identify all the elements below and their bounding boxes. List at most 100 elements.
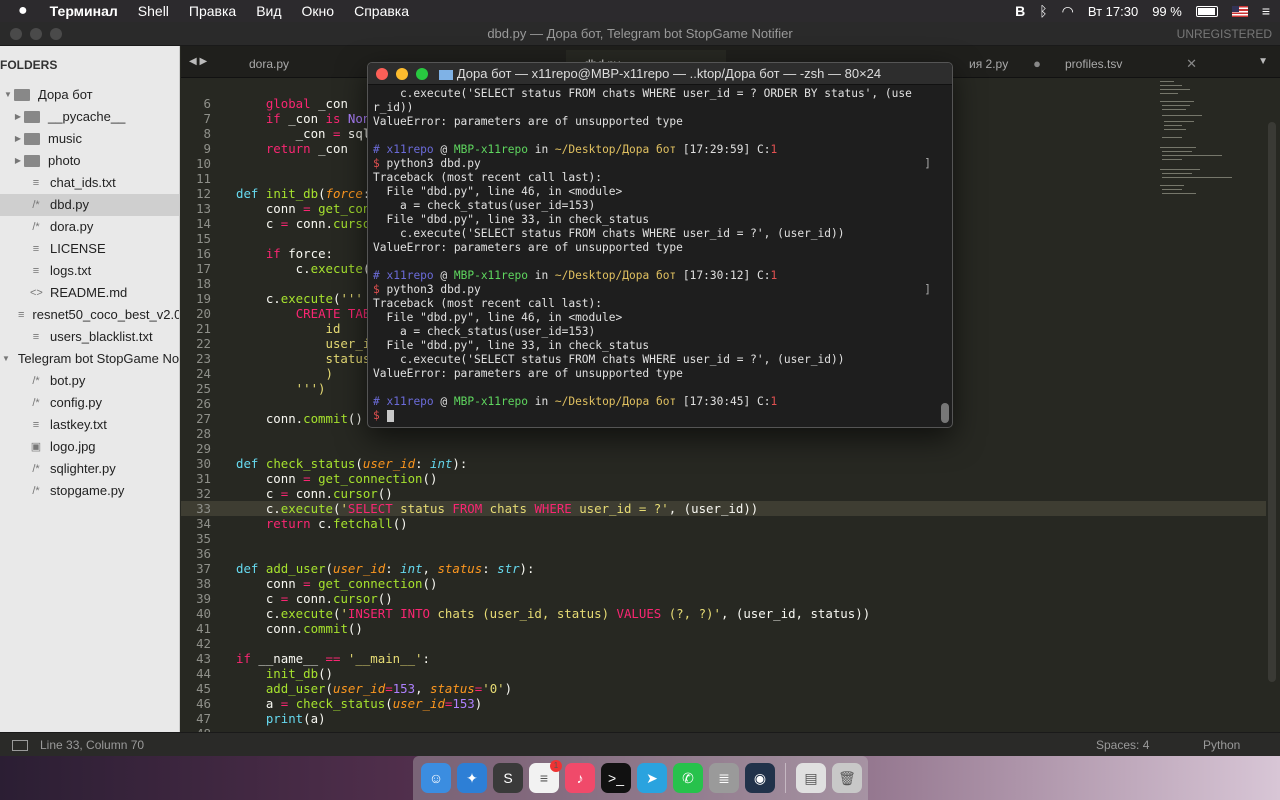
sidebar-folder[interactable]: ▶ __pycache__ — [0, 106, 179, 128]
code-line[interactable]: 42 — [181, 636, 1266, 651]
line-number: 22 — [196, 336, 211, 351]
disclosure-closed-icon[interactable]: ▶ — [12, 106, 24, 128]
dirty-dot-icon[interactable]: ● — [1033, 50, 1041, 78]
sidebar-file[interactable]: ≡ resnet50_coco_best_v2.0.1.h5 — [0, 304, 179, 326]
sidebar-file[interactable]: ≡ LICENSE — [0, 238, 179, 260]
code-line[interactable]: 29 — [181, 441, 1266, 456]
code-line[interactable]: 41 conn.commit() — [181, 621, 1266, 636]
tab-copy2[interactable]: ия 2.py ● — [951, 50, 1051, 78]
minimize-button[interactable] — [30, 28, 42, 40]
code-line[interactable]: 44 init_db() — [181, 666, 1266, 681]
code-line[interactable]: 45 add_user(user_id=153, status='0') — [181, 681, 1266, 696]
menu-extras-icon[interactable]: ≡ — [1262, 3, 1270, 19]
code-text: if __name__ == '__main__': — [236, 651, 430, 666]
terminal-window[interactable]: Дора бот — x11repo@MBP-x11repo — ..ktop/… — [367, 62, 953, 428]
finder-icon[interactable]: ☺ — [421, 763, 451, 793]
panel-toggle-icon[interactable] — [12, 740, 28, 751]
disclosure-closed-icon[interactable]: ▶ — [12, 128, 24, 150]
sidebar-file[interactable]: ≡ lastkey.txt — [0, 414, 179, 436]
tab-nav-arrows-icon[interactable]: ◀ ▶ — [189, 46, 207, 78]
clock[interactable]: Вт 17:30 — [1088, 4, 1138, 19]
dock-separator — [785, 763, 786, 793]
sidebar-file[interactable]: /* sqlighter.py — [0, 458, 179, 480]
dock: ☺ ✦ S ≡ 1 ♪ >_ ➤ ✆ ≣ ◉ ▤ 🗑 — [413, 756, 868, 800]
line-number: 31 — [196, 471, 211, 486]
menu-edit[interactable]: Правка — [179, 0, 246, 22]
close-button[interactable] — [10, 28, 22, 40]
sidebar-file[interactable]: /* stopgame.py — [0, 480, 179, 502]
input-source-flag-icon[interactable] — [1231, 5, 1248, 17]
code-line[interactable]: 43 if __name__ == '__main__': — [181, 651, 1266, 666]
sidebar-file[interactable]: ≡ chat_ids.txt — [0, 172, 179, 194]
battery-icon[interactable] — [1195, 5, 1218, 17]
line-number: 14 — [196, 216, 211, 231]
app-icon[interactable]: ◉ — [745, 763, 775, 793]
sidebar-folder[interactable]: ▼ Telegram bot StopGame Notifier — [0, 348, 179, 370]
sublime-text-icon[interactable]: S — [493, 763, 523, 793]
menu-window[interactable]: Окно — [292, 0, 345, 22]
menu-shell[interactable]: Shell — [128, 0, 179, 22]
terminal-output[interactable]: c.execute('SELECT status FROM chats WHER… — [373, 87, 939, 423]
minimap[interactable] — [1140, 79, 1280, 279]
sidebar-folder[interactable]: ▼ Дора бот — [0, 84, 179, 106]
sidebar-file[interactable]: ≡ users_blacklist.txt — [0, 326, 179, 348]
apple-icon[interactable]: ● — [0, 0, 40, 22]
trash-icon[interactable]: 🗑 — [832, 763, 862, 793]
tab-dropdown-icon[interactable]: ▼ — [1258, 46, 1268, 78]
terminal-icon[interactable]: >_ — [601, 763, 631, 793]
code-line[interactable]: 36 — [181, 546, 1266, 561]
disclosure-open-icon[interactable]: ▼ — [2, 348, 10, 370]
sidebar-file[interactable]: ≡ logs.txt — [0, 260, 179, 282]
line-number: 39 — [196, 591, 211, 606]
sidebar-file[interactable]: /* dbd.py — [0, 194, 179, 216]
tab-profiles[interactable]: profiles.tsv ✕ — [1047, 50, 1207, 78]
editor-scrollbar[interactable] — [1268, 122, 1276, 682]
disclosure-open-icon[interactable]: ▼ — [2, 84, 14, 106]
code-line[interactable]: 47 print(a) — [181, 711, 1266, 726]
vk-icon[interactable]: B — [1015, 3, 1025, 19]
database-icon[interactable]: ≣ — [709, 763, 739, 793]
sidebar-file[interactable]: /* config.py — [0, 392, 179, 414]
music-icon[interactable]: ♪ — [565, 763, 595, 793]
sidebar-file[interactable]: /* dora.py — [0, 216, 179, 238]
syntax-setting[interactable]: Python — [1203, 733, 1240, 757]
zoom-button[interactable] — [416, 68, 428, 80]
document-icon[interactable]: ▤ — [796, 763, 826, 793]
sidebar-file[interactable]: /* bot.py — [0, 370, 179, 392]
code-line[interactable]: 34 return c.fetchall() — [181, 516, 1266, 531]
battery-percent[interactable]: 99 % — [1152, 4, 1182, 19]
sidebar-folder[interactable]: ▶ photo — [0, 150, 179, 172]
code-line[interactable]: 35 — [181, 531, 1266, 546]
menu-help[interactable]: Справка — [344, 0, 419, 22]
code-line[interactable]: 40 c.execute('INSERT INTO chats (user_id… — [181, 606, 1266, 621]
close-tab-icon[interactable]: ✕ — [1186, 50, 1197, 78]
terminal-line: File "dbd.py", line 33, in check_status — [373, 213, 650, 226]
wifi-icon[interactable]: ◠ — [1062, 3, 1074, 20]
minimize-button[interactable] — [396, 68, 408, 80]
code-line[interactable]: 38 conn = get_connection() — [181, 576, 1266, 591]
code-line[interactable]: 30 def check_status(user_id: int): — [181, 456, 1266, 471]
zoom-button[interactable] — [50, 28, 62, 40]
code-line[interactable]: 39 c = conn.cursor() — [181, 591, 1266, 606]
terminal-scrollbar[interactable] — [941, 403, 949, 423]
whatsapp-icon[interactable]: ✆ — [673, 763, 703, 793]
menu-view[interactable]: Вид — [246, 0, 291, 22]
code-line[interactable]: 46 a = check_status(user_id=153) — [181, 696, 1266, 711]
indentation-setting[interactable]: Spaces: 4 — [1096, 733, 1149, 757]
menu-app-name[interactable]: Терминал — [40, 0, 128, 22]
reminders-icon[interactable]: ≡ 1 — [529, 760, 562, 793]
code-text: if _con is None — [265, 111, 378, 126]
telegram-icon[interactable]: ➤ — [637, 763, 667, 793]
code-line[interactable]: 33 c.execute('SELECT status FROM chats W… — [181, 501, 1266, 516]
close-button[interactable] — [376, 68, 388, 80]
sidebar-file[interactable]: ▣ logo.jpg — [0, 436, 179, 458]
code-line[interactable]: 32 c = conn.cursor() — [181, 486, 1266, 501]
code-line[interactable]: 28 — [181, 426, 1266, 441]
disclosure-closed-icon[interactable]: ▶ — [12, 150, 24, 172]
sidebar-folder[interactable]: ▶ music — [0, 128, 179, 150]
code-line[interactable]: 37 def add_user(user_id: int, status: str… — [181, 561, 1266, 576]
safari-icon[interactable]: ✦ — [457, 763, 487, 793]
code-line[interactable]: 31 conn = get_connection() — [181, 471, 1266, 486]
bluetooth-icon[interactable]: ᛒ — [1039, 3, 1047, 19]
sidebar-file[interactable]: <> README.md — [0, 282, 179, 304]
